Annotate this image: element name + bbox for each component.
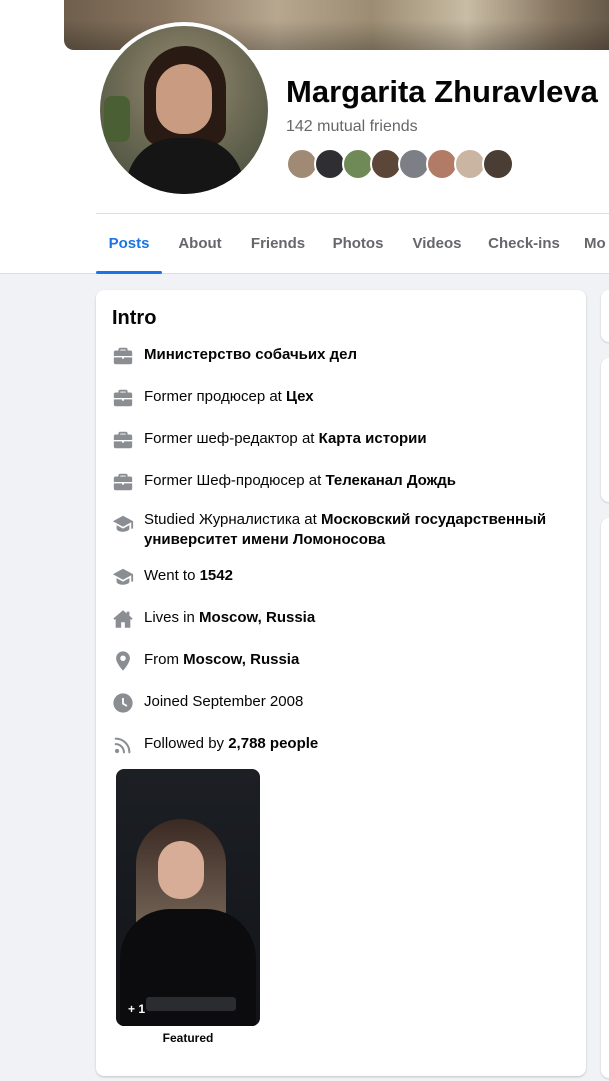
- tab-posts[interactable]: Posts: [96, 214, 162, 274]
- intro-text-prefix: Lives in: [144, 609, 200, 626]
- intro-text-prefix: Former Шеф-продюсер at: [144, 472, 326, 489]
- intro-text-prefix: Followed by: [144, 735, 229, 752]
- rss-followers-icon: [114, 737, 131, 754]
- intro-text-prefix: Former продюсер at: [144, 388, 287, 405]
- briefcase-icon: [113, 389, 133, 407]
- intro-text-link[interactable]: Цех: [286, 388, 314, 405]
- clock-icon: [113, 693, 133, 713]
- intro-item-from: From Moscow, Russia: [112, 650, 552, 672]
- home-icon: [113, 610, 133, 628]
- intro-item-work-former: Former шеф-редактор at Карта истории: [112, 429, 552, 451]
- briefcase-icon: [113, 473, 133, 491]
- intro-text-link[interactable]: Moscow, Russia: [199, 609, 315, 626]
- profile-header: Margarita Zhuravleva 142 mutual friends …: [0, 0, 609, 274]
- graduation-cap-icon: [112, 568, 134, 585]
- intro-card: Intro Министерство собачьих дел Former п…: [96, 290, 586, 1076]
- briefcase-icon: [113, 347, 133, 365]
- intro-text-link[interactable]: 2,788 people: [228, 735, 318, 752]
- intro-text-prefix: From: [144, 651, 184, 668]
- intro-item-work-former: Former продюсер at Цех: [112, 387, 552, 409]
- intro-item-education: Studied Журналистика at Московский госуд…: [112, 510, 552, 550]
- intro-text-link[interactable]: 1542: [200, 567, 233, 584]
- intro-item-work-former: Former Шеф-продюсер at Телеканал Дождь: [112, 471, 552, 493]
- tab-friends[interactable]: Friends: [246, 214, 310, 274]
- featured-count: + 1: [128, 1002, 146, 1016]
- intro-text-prefix: Former шеф-редактор at: [144, 430, 319, 447]
- intro-item-lives-in: Lives in Moscow, Russia: [112, 608, 552, 630]
- side-card: [601, 358, 609, 502]
- profile-avatar[interactable]: [100, 26, 268, 194]
- tab-photos[interactable]: Photos: [328, 214, 388, 274]
- tab-check-ins[interactable]: Check-ins: [486, 214, 562, 274]
- intro-text-link[interactable]: Moscow, Russia: [183, 651, 299, 668]
- intro-text-link[interactable]: Министерство собачьих дел: [144, 346, 357, 363]
- intro-title: Intro: [112, 307, 157, 329]
- tab-about[interactable]: About: [170, 214, 230, 274]
- intro-text-link[interactable]: Карта истории: [319, 430, 427, 447]
- featured-photo[interactable]: + 1: [116, 769, 260, 1026]
- intro-text-prefix: Went to: [144, 567, 200, 584]
- location-pin-icon: [116, 651, 130, 671]
- intro-text-prefix: Studied Журналистика at: [144, 511, 321, 528]
- profile-tabs: Posts About Friends Photos Videos Check-…: [96, 214, 609, 274]
- friend-avatar[interactable]: [482, 148, 514, 180]
- intro-item-followers: Followed by 2,788 people: [112, 734, 552, 756]
- mutual-friends-count[interactable]: 142 mutual friends: [286, 118, 418, 136]
- graduation-cap-icon: [112, 515, 134, 532]
- tab-videos[interactable]: Videos: [406, 214, 468, 274]
- intro-item-joined: Joined September 2008: [112, 692, 552, 714]
- intro-item-workplace: Министерство собачьих дел: [112, 345, 552, 367]
- side-card: [601, 290, 609, 342]
- profile-name: Margarita Zhuravleva: [286, 74, 598, 109]
- side-card: [601, 518, 609, 1078]
- intro-text-prefix: Joined September 2008: [144, 693, 304, 710]
- briefcase-icon: [113, 431, 133, 449]
- featured-label[interactable]: Featured: [116, 1031, 260, 1045]
- mutual-friends-avatars[interactable]: [286, 148, 526, 182]
- intro-item-school: Went to 1542: [112, 566, 552, 588]
- intro-text-link[interactable]: Телеканал Дождь: [325, 472, 456, 489]
- tab-more[interactable]: Mo: [584, 214, 609, 274]
